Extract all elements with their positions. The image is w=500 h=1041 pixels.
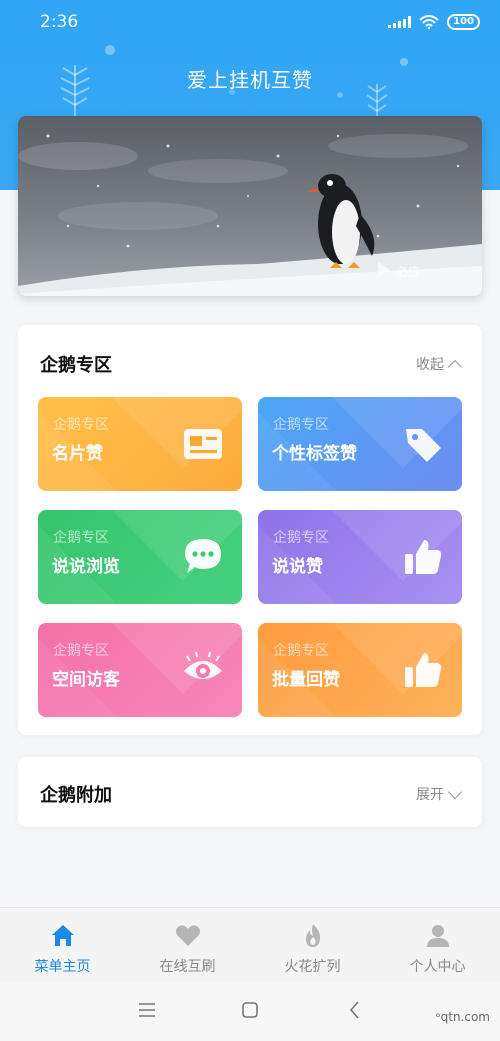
back-icon[interactable] xyxy=(344,999,366,1021)
banner-watermark: 必应 xyxy=(396,264,420,279)
tile-label: 说说浏览 xyxy=(52,557,120,577)
page-title: 爱上挂机互赞 xyxy=(187,68,313,92)
expand-label: 展开 xyxy=(416,787,444,803)
tile-subtitle: 企鹅专区 xyxy=(53,643,109,659)
tile-subtitle: 企鹅专区 xyxy=(273,530,329,546)
site-watermark: ᵒqtn.com xyxy=(435,1010,490,1024)
collapse-label: 收起 xyxy=(416,357,444,373)
tile-subtitle: 企鹅专区 xyxy=(53,417,109,433)
tile-label: 个性标签赞 xyxy=(272,444,357,464)
signal-icon xyxy=(388,16,412,28)
tab-label: 火花扩列 xyxy=(284,959,341,975)
tab-label: 在线互刷 xyxy=(159,959,216,975)
thumb-icon xyxy=(402,649,444,691)
zone-title: 企鹅专区 xyxy=(40,355,112,376)
tile-label: 说说赞 xyxy=(272,557,323,577)
bottom-tab-bar: 菜单主页 在线互刷 火花扩列 个人中心 xyxy=(0,907,500,981)
menu-icon[interactable] xyxy=(136,999,158,1021)
tile-subtitle: 企鹅专区 xyxy=(273,417,329,433)
system-nav-bar xyxy=(0,981,500,1041)
zone-tile[interactable]: 企鹅专区 个性标签赞 xyxy=(258,397,462,491)
chevron-down-icon xyxy=(447,784,463,799)
tab-online[interactable]: 在线互刷 xyxy=(125,908,250,981)
extra-title: 企鹅附加 xyxy=(40,785,112,806)
home-square-icon[interactable] xyxy=(239,999,261,1021)
thumb-icon xyxy=(402,536,444,578)
heart-icon xyxy=(175,925,200,946)
tile-subtitle: 企鹅专区 xyxy=(273,643,329,659)
zone-tile[interactable]: 企鹅专区 名片赞 xyxy=(38,397,242,491)
expand-toggle[interactable]: 展开 xyxy=(416,784,463,804)
tab-label: 个人中心 xyxy=(409,959,466,975)
collapse-toggle[interactable]: 收起 xyxy=(416,354,463,374)
zone-tile[interactable]: 企鹅专区 批量回赞 xyxy=(258,623,462,717)
tab-profile[interactable]: 个人中心 xyxy=(375,908,500,981)
person-icon xyxy=(426,925,449,947)
zone-tile[interactable]: 企鹅专区 说说赞 xyxy=(258,510,462,604)
zone-tile[interactable]: 企鹅专区 空间访客 xyxy=(38,623,242,717)
zone-card: 企鹅专区 收起 企鹅专区 名片赞 企鹅专区 个性标签赞 企鹅专区 说说浏览 企鹅专区 说说赞企… xyxy=(18,325,482,735)
status-time: 2:36 xyxy=(40,12,79,32)
flame-icon xyxy=(305,924,320,947)
penguin-snow-image: 必应 xyxy=(18,116,482,296)
tab-home[interactable]: 菜单主页 xyxy=(0,908,125,981)
tile-label: 空间访客 xyxy=(52,670,120,690)
card-icon xyxy=(182,423,224,465)
banner-image[interactable]: 必应 xyxy=(18,116,482,296)
chevron-up-icon xyxy=(447,359,463,374)
tab-label: 菜单主页 xyxy=(34,959,91,975)
tile-subtitle: 企鹅专区 xyxy=(53,530,109,546)
battery-icon: 100 xyxy=(447,14,480,30)
tile-label: 名片赞 xyxy=(52,444,103,464)
tab-spark[interactable]: 火花扩列 xyxy=(250,908,375,981)
home-icon xyxy=(51,925,74,946)
tag-icon xyxy=(402,423,444,465)
status-bar: 2:36 100 xyxy=(40,10,480,34)
chat-icon xyxy=(182,536,224,578)
eye-icon xyxy=(182,649,224,691)
wifi-icon xyxy=(419,15,439,29)
tile-label: 批量回赞 xyxy=(272,670,340,690)
zone-tile[interactable]: 企鹅专区 说说浏览 xyxy=(38,510,242,604)
extra-card[interactable]: 企鹅附加 展开 xyxy=(18,757,482,827)
